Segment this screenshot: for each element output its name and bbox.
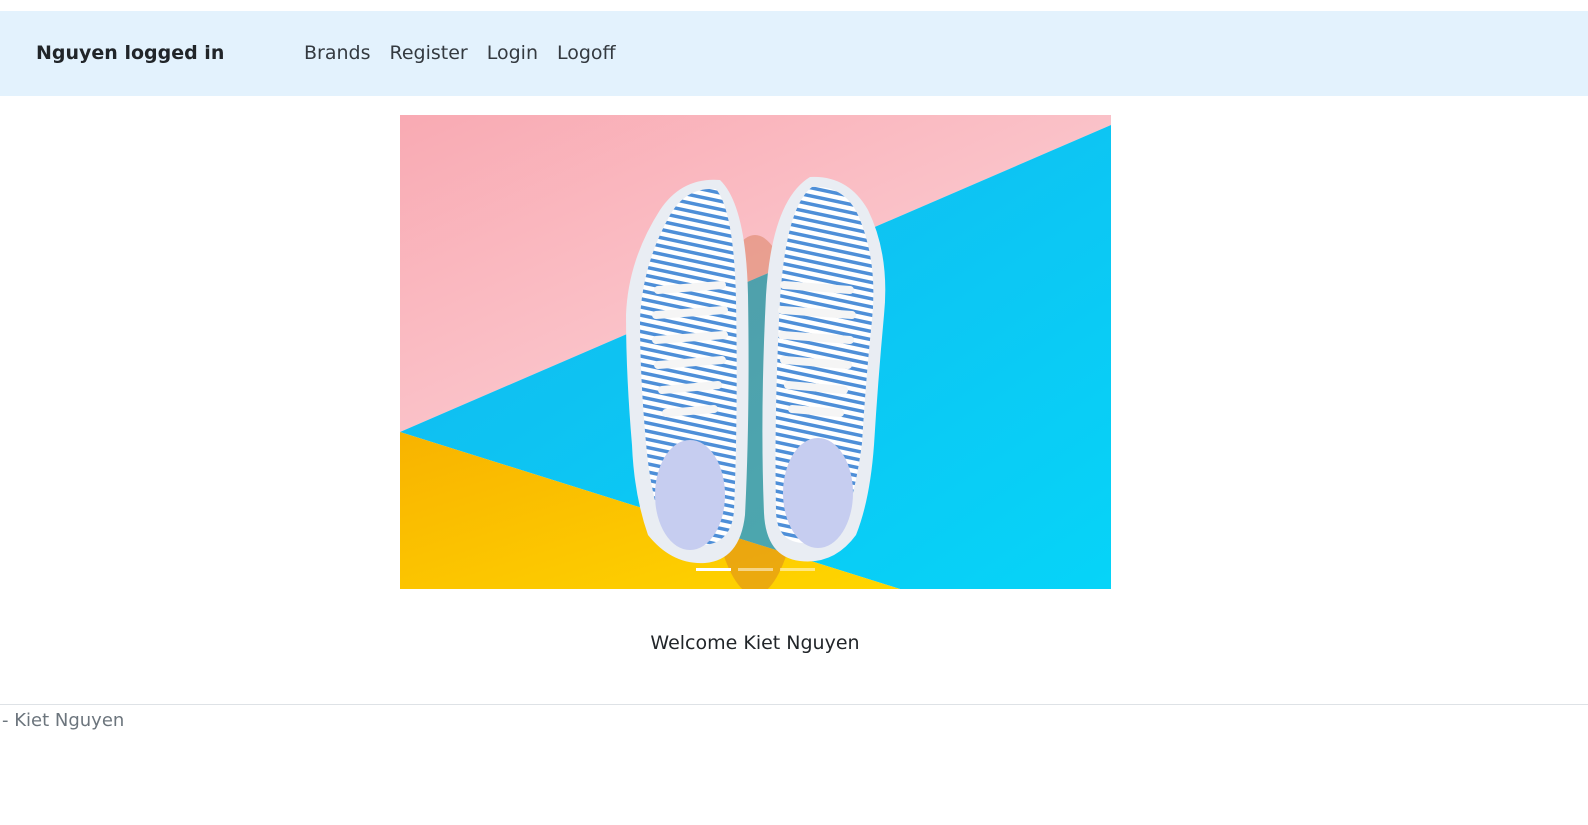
nav-links: Brands Register Login Logoff (304, 42, 635, 64)
nav-link-login[interactable]: Login (487, 42, 538, 64)
image-carousel[interactable] (400, 115, 1111, 589)
nav-link-brands[interactable]: Brands (304, 42, 371, 64)
welcome-message: Welcome Kiet Nguyen (650, 632, 860, 654)
page: Nguyen logged in Brands Register Login L… (0, 0, 1588, 825)
navbar-brand[interactable]: Nguyen logged in (36, 42, 224, 64)
carousel-indicator-2[interactable] (738, 568, 773, 571)
nav-link-logoff[interactable]: Logoff (557, 42, 616, 64)
carousel-indicator-1[interactable] (696, 568, 731, 571)
nav-link-register[interactable]: Register (390, 42, 468, 64)
carousel-slide-image (400, 115, 1111, 589)
carousel-indicators (400, 568, 1111, 571)
footer-text: - Kiet Nguyen (2, 710, 125, 731)
navbar: Nguyen logged in Brands Register Login L… (0, 11, 1588, 96)
footer: - Kiet Nguyen (0, 704, 1588, 731)
carousel-indicator-3[interactable] (780, 568, 815, 571)
